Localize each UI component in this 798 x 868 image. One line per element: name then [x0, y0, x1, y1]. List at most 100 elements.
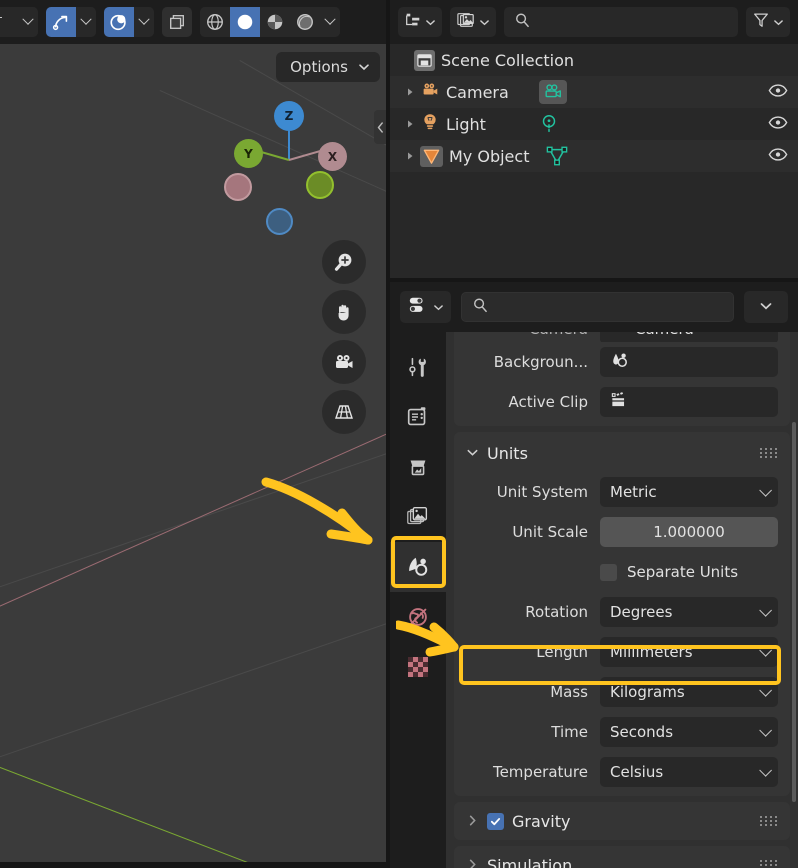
outliner-editor[interactable]: Scene Collection Camera Light My Object: [390, 0, 798, 278]
outliner-filter-collection-button[interactable]: [450, 7, 496, 37]
outliner-display-mode-button[interactable]: [398, 7, 442, 37]
panel-grip-icon[interactable]: [760, 816, 778, 826]
scene-camera-field[interactable]: Camera ✕: [600, 332, 778, 342]
orthographic-toggle-icon[interactable]: [322, 390, 366, 434]
temperature-dropdown[interactable]: Celsius: [600, 757, 778, 787]
transform-orientation-button[interactable]: [0, 7, 18, 37]
properties-tab-tool[interactable]: [390, 342, 446, 392]
mass-dropdown[interactable]: Kilograms: [600, 677, 778, 707]
properties-scrollbar[interactable]: [792, 422, 796, 802]
unit-scale-row[interactable]: Unit Scale 1.000000: [454, 516, 790, 548]
navigation-gizmo[interactable]: Z Y X: [224, 95, 347, 235]
xray-toggle-group[interactable]: [162, 7, 192, 37]
eye-icon[interactable]: [768, 147, 788, 166]
gizmo-axis-neg-x[interactable]: [224, 173, 252, 201]
outliner-tree[interactable]: Scene Collection Camera Light My Object: [390, 44, 798, 278]
gizmo-axis-x[interactable]: X: [318, 142, 347, 171]
outliner-row-scene-collection[interactable]: Scene Collection: [390, 44, 798, 76]
chevron-down-icon[interactable]: [76, 7, 96, 37]
time-dropdown[interactable]: Seconds: [600, 717, 778, 747]
xray-toggle-icon[interactable]: [162, 7, 192, 37]
simulation-panel-header[interactable]: Simulation: [454, 846, 790, 868]
camera-view-icon[interactable]: [322, 340, 366, 384]
chevron-down-icon[interactable]: [18, 7, 38, 37]
proportional-edit-group[interactable]: [104, 7, 154, 37]
gravity-panel-header[interactable]: Gravity: [454, 802, 790, 840]
gizmo-axis-z[interactable]: Z: [274, 101, 304, 131]
chevron-down-icon[interactable]: [134, 7, 154, 37]
outliner-row-my-object[interactable]: My Object: [390, 140, 798, 172]
scene-camera-row[interactable]: Camera Camera ✕: [454, 332, 790, 342]
panel-grip-icon[interactable]: [760, 860, 778, 868]
snap-magnet-icon[interactable]: [46, 7, 76, 37]
eye-icon[interactable]: [768, 115, 788, 134]
wireframe-shading-icon[interactable]: [200, 7, 230, 37]
gizmo-axis-neg-y[interactable]: [306, 171, 334, 199]
panel-grip-icon[interactable]: [760, 448, 778, 458]
properties-options-button[interactable]: [744, 291, 788, 323]
chevron-down-icon[interactable]: [466, 444, 479, 463]
units-panel[interactable]: Units Unit System Metric Unit Scale 1.00…: [454, 432, 790, 796]
chevron-right-icon[interactable]: [466, 812, 479, 831]
unit-system-row[interactable]: Unit System Metric: [454, 476, 790, 508]
zoom-icon[interactable]: [322, 240, 366, 284]
properties-tab-output[interactable]: [390, 442, 446, 492]
unit-system-dropdown[interactable]: Metric: [600, 477, 778, 507]
disclosure-triangle-icon[interactable]: [400, 119, 420, 129]
properties-tab-column[interactable]: [390, 332, 446, 868]
outliner-header[interactable]: [390, 0, 798, 44]
disclosure-triangle-icon[interactable]: [400, 151, 420, 161]
time-row[interactable]: Time Seconds: [454, 716, 790, 748]
unit-scale-slider[interactable]: 1.000000: [600, 517, 778, 547]
units-panel-header[interactable]: Units: [454, 438, 790, 468]
gizmo-axis-neg-z[interactable]: [266, 208, 293, 235]
length-row[interactable]: Length Millimeters: [454, 636, 790, 668]
outliner-row-light[interactable]: Light: [390, 108, 798, 140]
temperature-row[interactable]: Temperature Celsius: [454, 756, 790, 788]
gravity-checkbox[interactable]: [487, 812, 504, 830]
scene-panel[interactable]: Camera Camera ✕ Backgroun...: [454, 332, 790, 426]
rendered-shading-icon[interactable]: [290, 7, 320, 37]
separate-units-row[interactable]: Separate Units: [454, 556, 790, 588]
active-clip-field[interactable]: [600, 387, 778, 417]
viewport-options-button[interactable]: Options: [276, 52, 380, 82]
pan-hand-icon[interactable]: [322, 290, 366, 334]
viewport-header-toolbar[interactable]: [0, 0, 386, 44]
properties-body[interactable]: Camera Camera ✕ Backgroun...: [446, 332, 798, 868]
camera-data-icon[interactable]: [538, 80, 567, 104]
chevron-right-icon[interactable]: [466, 856, 479, 868]
outliner-search-input[interactable]: [504, 7, 738, 37]
snap-group[interactable]: [46, 7, 96, 37]
gravity-panel[interactable]: Gravity: [454, 802, 790, 840]
separate-units-checkbox[interactable]: [600, 563, 617, 581]
x-close-icon[interactable]: ✕: [756, 332, 768, 337]
properties-tab-render[interactable]: [390, 392, 446, 442]
rotation-row[interactable]: Rotation Degrees: [454, 596, 790, 628]
mass-row[interactable]: Mass Kilograms: [454, 676, 790, 708]
outliner-row-camera[interactable]: Camera: [390, 76, 798, 108]
properties-editor[interactable]: Camera Camera ✕ Backgroun...: [390, 282, 798, 868]
proportional-edit-icon[interactable]: [104, 7, 134, 37]
properties-tab-scene[interactable]: [390, 542, 446, 592]
properties-search-input[interactable]: [461, 292, 734, 322]
gizmo-axis-y[interactable]: Y: [234, 139, 263, 168]
chevron-down-icon[interactable]: [320, 7, 340, 37]
disclosure-triangle-icon[interactable]: [400, 87, 420, 97]
viewport-nav-buttons[interactable]: [322, 240, 370, 440]
eye-icon[interactable]: [768, 83, 788, 102]
background-scene-field[interactable]: [600, 347, 778, 377]
transform-orientation-group[interactable]: [0, 7, 38, 37]
viewport-shading-group[interactable]: [200, 7, 340, 37]
properties-header[interactable]: [390, 282, 798, 332]
light-data-icon[interactable]: [538, 113, 560, 135]
rotation-dropdown[interactable]: Degrees: [600, 597, 778, 627]
active-clip-row[interactable]: Active Clip: [454, 386, 790, 418]
properties-editor-type-button[interactable]: [400, 291, 451, 323]
properties-tab-texture[interactable]: [390, 642, 446, 692]
properties-tab-view-layer[interactable]: [390, 492, 446, 542]
length-dropdown[interactable]: Millimeters: [600, 637, 778, 667]
simulation-panel[interactable]: Simulation: [454, 846, 790, 868]
viewport-sidebar-toggle[interactable]: [374, 110, 386, 144]
solid-shading-icon[interactable]: [230, 7, 260, 37]
outliner-filter-button[interactable]: [746, 7, 790, 37]
